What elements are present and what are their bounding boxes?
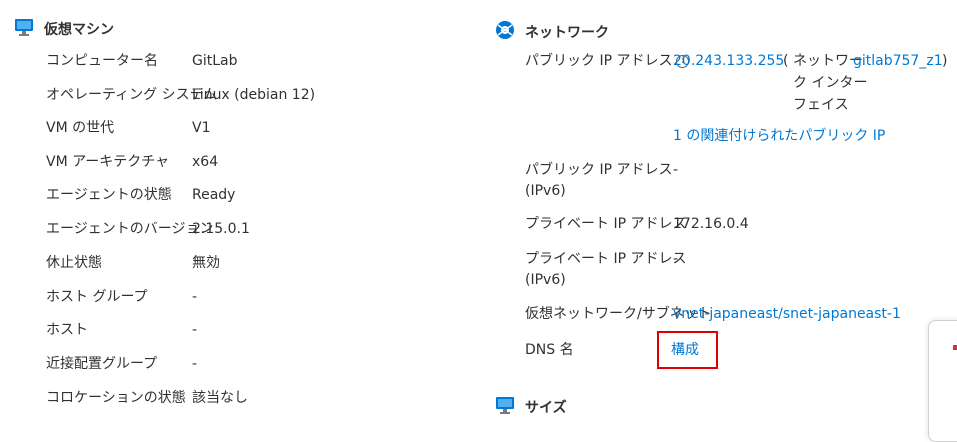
monitor-icon — [14, 18, 34, 40]
vm-section-label: 仮想マシン — [44, 22, 114, 38]
vm-value-agent-version: 2.15.0.1 — [192, 221, 250, 237]
vm-label-agent-status: エージェントの状態 — [46, 187, 172, 203]
public-ip-link[interactable]: 20.243.133.255 — [673, 51, 784, 71]
vm-value-host-group: - — [192, 289, 198, 305]
vm-value-agent-status: Ready — [192, 187, 236, 203]
public-ipv6-label-line1: パブリック IP アドレス — [525, 162, 673, 178]
private-ipv6-value: - — [673, 251, 679, 267]
private-ipv6-label-line2: (IPv6) — [525, 272, 566, 288]
paren-close: ) — [942, 53, 948, 69]
nic-label-line2: ク インター — [793, 75, 868, 91]
vm-label-colocation: コロケーションの状態 — [46, 390, 186, 406]
public-ip-label: パブリック IP アドレス i — [525, 51, 690, 71]
vm-value-generation: V1 — [192, 120, 211, 136]
vm-label-computer-name: コンピューター名 — [46, 53, 158, 69]
size-icon — [495, 396, 515, 418]
network-section-label: ネットワーク — [525, 25, 609, 41]
size-section-label: サイズ — [525, 400, 567, 416]
vm-label-proximity-group: 近接配置グループ — [46, 356, 158, 372]
private-ipv6-label-line1: プライベート IP アドレス — [525, 251, 687, 267]
vm-label-architecture: VM アーキテクチャ — [46, 154, 170, 170]
private-ip-label: プライベート IP アドレス — [525, 216, 687, 232]
nic-link[interactable]: gitlab757_z1 — [853, 51, 943, 71]
associated-public-ip-link[interactable]: 1 の関連付けられたパブリック IP — [673, 126, 885, 146]
size-section-title: サイズ — [495, 396, 567, 418]
vm-value-colocation: 該当なし — [192, 390, 248, 406]
public-ipv6-label-line2: (IPv6) — [525, 183, 566, 199]
private-ip-value: 172.16.0.4 — [673, 216, 749, 232]
public-ip-label-text: パブリック IP アドレス — [525, 53, 673, 69]
vm-value-architecture: x64 — [192, 154, 219, 170]
vm-label-hibernation: 休止状態 — [46, 255, 102, 271]
network-icon — [495, 20, 515, 44]
vm-value-proximity-group: - — [192, 356, 198, 372]
vm-label-agent-version: エージェントのバージョン — [46, 221, 214, 237]
vm-section-title: 仮想マシン — [14, 18, 114, 40]
nic-label-line3: フェイス — [793, 97, 849, 113]
network-section-title: ネットワーク — [495, 20, 609, 44]
dns-configure-link[interactable]: 構成 — [671, 340, 699, 360]
vm-value-host: - — [192, 322, 198, 338]
vm-label-host: ホスト — [46, 322, 88, 338]
panel-icon — [953, 345, 957, 350]
vm-label-generation: VM の世代 — [46, 120, 115, 136]
vm-value-hibernation: 無効 — [192, 255, 220, 271]
vm-label-host-group: ホスト グループ — [46, 289, 148, 305]
vm-value-computer-name: GitLab — [192, 53, 238, 69]
vnet-subnet-link[interactable]: vnet-japaneast/snet-japaneast-1 — [673, 304, 901, 324]
public-ipv6-value: - — [673, 162, 679, 178]
paren-open: ( — [783, 53, 789, 69]
dns-name-label: DNS 名 — [525, 342, 574, 358]
vm-value-os: Linux (debian 12) — [192, 87, 316, 103]
floating-panel[interactable] — [928, 320, 957, 442]
